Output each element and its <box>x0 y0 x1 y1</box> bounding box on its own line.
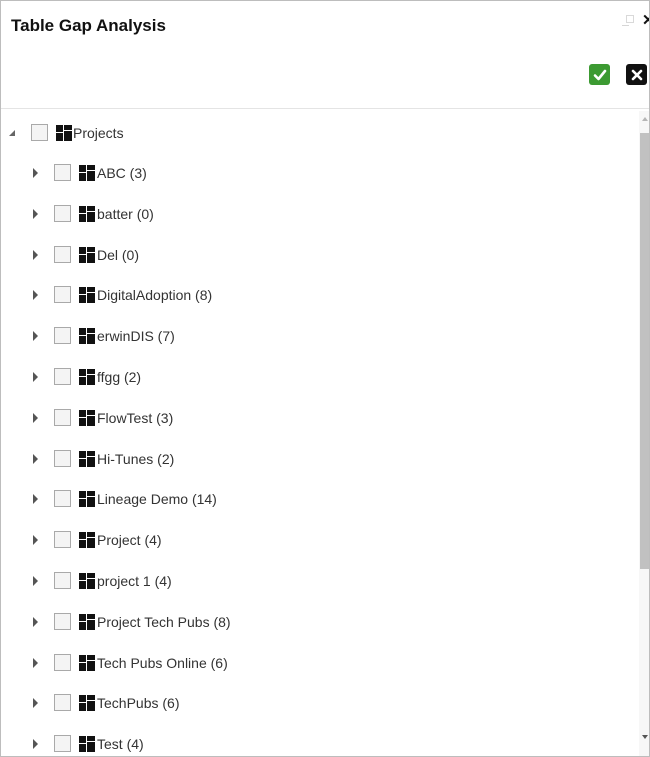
tree-root-label: Projects <box>73 125 124 141</box>
collapsed-arrow-icon[interactable] <box>33 250 38 260</box>
project-grid-icon <box>79 573 95 589</box>
ok-button[interactable] <box>589 64 610 85</box>
tree-item-label: FlowTest (3) <box>97 410 174 426</box>
tree-item-checkbox[interactable] <box>54 531 71 548</box>
tree-item-label: Del (0) <box>97 247 140 263</box>
collapsed-arrow-icon[interactable] <box>33 209 38 219</box>
project-grid-icon <box>79 206 95 222</box>
project-grid-icon <box>79 695 95 711</box>
tree-item-checkbox[interactable] <box>54 654 71 671</box>
project-grid-icon <box>79 410 95 426</box>
minimize-icon[interactable] <box>622 25 629 26</box>
tree-item-checkbox[interactable] <box>54 490 71 507</box>
collapsed-arrow-icon[interactable] <box>33 331 38 341</box>
table-gap-analysis-dialog: Table Gap Analysis ✕ Projects ABC (3) bat… <box>0 0 650 757</box>
dialog-toolbar <box>1 51 649 109</box>
tree-item[interactable]: Test (4) <box>1 732 621 756</box>
collapsed-arrow-icon[interactable] <box>33 454 38 464</box>
project-grid-icon <box>79 491 95 507</box>
tree-item-label: Project (4) <box>97 532 162 548</box>
tree-item-checkbox[interactable] <box>54 613 71 630</box>
cancel-button[interactable] <box>626 64 647 85</box>
tree-item-checkbox[interactable] <box>54 572 71 589</box>
tree-item[interactable]: ABC (3) <box>1 161 621 185</box>
collapsed-arrow-icon[interactable] <box>33 617 38 627</box>
collapsed-arrow-icon[interactable] <box>33 290 38 300</box>
project-grid-icon <box>79 614 95 630</box>
scrollbar-thumb[interactable] <box>640 133 649 569</box>
tree-item-checkbox[interactable] <box>54 409 71 426</box>
tree-item-label: Lineage Demo (14) <box>97 491 217 507</box>
tree-item-label: batter (0) <box>97 206 154 222</box>
tree-item-checkbox[interactable] <box>54 327 71 344</box>
project-grid-icon <box>79 247 95 263</box>
tree-root-projects[interactable]: Projects <box>1 121 621 145</box>
collapsed-arrow-icon[interactable] <box>33 494 38 504</box>
tree-item-label: project 1 (4) <box>97 573 172 589</box>
tree-item[interactable]: TechPubs (6) <box>1 691 621 715</box>
tree-item-checkbox[interactable] <box>54 450 71 467</box>
collapsed-arrow-icon[interactable] <box>33 576 38 586</box>
collapsed-arrow-icon[interactable] <box>33 413 38 423</box>
tree-item[interactable]: erwinDIS (7) <box>1 324 621 348</box>
collapsed-arrow-icon[interactable] <box>33 658 38 668</box>
dialog-titlebar[interactable]: Table Gap Analysis ✕ <box>1 1 649 51</box>
checkmark-icon <box>593 69 606 80</box>
tree-item-label: ffgg (2) <box>97 369 142 385</box>
project-grid-icon <box>79 655 95 671</box>
dialog-title: Table Gap Analysis <box>11 16 166 35</box>
expanded-arrow-icon[interactable] <box>9 130 15 136</box>
scroll-up-arrow-icon[interactable] <box>642 117 648 121</box>
tree-item-checkbox[interactable] <box>54 164 71 181</box>
tree-item[interactable]: ffgg (2) <box>1 365 621 389</box>
project-grid-icon <box>79 328 95 344</box>
tree-item[interactable]: FlowTest (3) <box>1 406 621 430</box>
project-grid-icon <box>56 125 72 141</box>
tree-item-label: DigitalAdoption (8) <box>97 287 213 303</box>
collapsed-arrow-icon[interactable] <box>33 739 38 749</box>
tree-item-label: TechPubs (6) <box>97 695 180 711</box>
tree-item-label: Test (4) <box>97 736 144 752</box>
collapsed-arrow-icon[interactable] <box>33 535 38 545</box>
tree-item[interactable]: Project Tech Pubs (8) <box>1 610 621 634</box>
vertical-scrollbar[interactable] <box>639 111 649 756</box>
project-grid-icon <box>79 451 95 467</box>
tree-item-label: erwinDIS (7) <box>97 328 175 344</box>
tree-item[interactable]: Tech Pubs Online (6) <box>1 651 621 675</box>
collapsed-arrow-icon[interactable] <box>33 372 38 382</box>
tree-item[interactable]: Del (0) <box>1 243 621 267</box>
scroll-down-arrow-icon[interactable] <box>642 735 648 739</box>
project-tree: Projects ABC (3) batter (0) Del (0) Digital… <box>1 111 639 756</box>
root-checkbox[interactable] <box>31 124 48 141</box>
tree-item-checkbox[interactable] <box>54 246 71 263</box>
project-grid-icon <box>79 287 95 303</box>
collapsed-arrow-icon[interactable] <box>33 168 38 178</box>
tree-item[interactable]: Lineage Demo (14) <box>1 487 621 511</box>
project-grid-icon <box>79 369 95 385</box>
tree-item-label: Hi-Tunes (2) <box>97 451 175 467</box>
tree-item-checkbox[interactable] <box>54 694 71 711</box>
tree-item[interactable]: batter (0) <box>1 202 621 226</box>
maximize-icon[interactable] <box>626 15 634 23</box>
tree-item[interactable]: DigitalAdoption (8) <box>1 283 621 307</box>
project-grid-icon <box>79 165 95 181</box>
tree-item-label: ABC (3) <box>97 165 147 181</box>
collapsed-arrow-icon[interactable] <box>33 698 38 708</box>
tree-item-checkbox[interactable] <box>54 286 71 303</box>
tree-item-checkbox[interactable] <box>54 368 71 385</box>
tree-item-label: Project Tech Pubs (8) <box>97 614 231 630</box>
tree-item-checkbox[interactable] <box>54 205 71 222</box>
tree-item[interactable]: Project (4) <box>1 528 621 552</box>
x-icon <box>631 69 642 80</box>
project-grid-icon <box>79 532 95 548</box>
tree-item[interactable]: project 1 (4) <box>1 569 621 593</box>
tree-item-checkbox[interactable] <box>54 735 71 752</box>
tree-item[interactable]: Hi-Tunes (2) <box>1 447 621 471</box>
close-icon[interactable]: ✕ <box>642 13 649 29</box>
project-grid-icon <box>79 736 95 752</box>
tree-item-label: Tech Pubs Online (6) <box>97 655 228 671</box>
